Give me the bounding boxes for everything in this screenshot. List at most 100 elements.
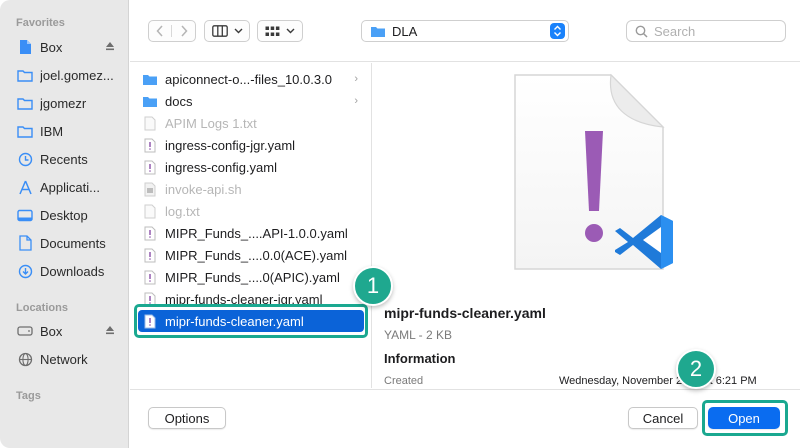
sidebar-item-label: Network — [40, 351, 88, 367]
list-item: invoke-api.sh — [142, 178, 368, 200]
yaml-file-icon — [142, 246, 158, 264]
sidebar-item-ibm[interactable]: IBM — [16, 120, 124, 142]
back-forward-group — [148, 20, 196, 42]
eject-icon[interactable] — [104, 40, 116, 55]
eject-icon[interactable] — [104, 324, 116, 339]
sidebar-item-label: Box — [40, 39, 63, 55]
sidebar-item-desktop[interactable]: Desktop — [16, 204, 124, 226]
yaml-document-icon — [513, 73, 675, 283]
sidebar-item-network[interactable]: Network — [16, 348, 124, 370]
folder-icon — [16, 95, 34, 111]
preview-pane: mipr-funds-cleaner.yaml YAML - 2 KB Info… — [373, 63, 800, 388]
location-popup[interactable]: DLA — [361, 20, 569, 42]
toolbar: DLA Search — [130, 0, 800, 62]
created-label: Created — [384, 375, 424, 387]
forward-button[interactable] — [172, 25, 195, 37]
folder-icon — [142, 70, 158, 88]
sidebar-item-box[interactable]: Box — [16, 36, 124, 58]
document-icon — [16, 39, 34, 55]
file-name: MIPR_Funds_....API-1.0.0.yaml — [165, 225, 348, 241]
list-item[interactable]: apiconnect-o...-files_10.0.3.0 › — [142, 68, 368, 90]
text-file-icon — [142, 202, 158, 220]
open-file-dialog: Favorites Box joel.gomez... jgomezr IBM … — [0, 0, 800, 448]
file-name: docs — [165, 93, 193, 109]
locations-heading: Locations — [16, 302, 68, 314]
yaml-file-icon — [142, 136, 158, 154]
list-item: log.txt — [142, 200, 368, 222]
download-icon — [16, 263, 34, 279]
sidebar: Favorites Box joel.gomez... jgomezr IBM … — [0, 0, 129, 448]
yaml-file-icon — [142, 158, 158, 176]
list-item: APIM Logs 1.txt — [142, 112, 368, 134]
drive-icon — [16, 323, 34, 339]
list-item[interactable]: ingress-config.yaml — [142, 156, 368, 178]
view-mode-button[interactable] — [204, 20, 250, 42]
file-name: ingress-config.yaml — [165, 159, 277, 175]
yaml-file-icon — [142, 268, 158, 286]
grid-icon — [265, 26, 280, 36]
options-button[interactable]: Options — [148, 407, 226, 429]
sidebar-item-downloads[interactable]: Downloads — [16, 260, 124, 282]
file-name: MIPR_Funds_....0(APIC).yaml — [165, 269, 340, 285]
sidebar-item-label: Applicati... — [40, 179, 100, 195]
favorites-heading: Favorites — [16, 17, 65, 29]
document-icon — [16, 235, 34, 251]
back-button[interactable] — [149, 25, 172, 37]
callout-badge-1: 1 — [353, 266, 393, 306]
created-value: Wednesday, November 2021 at 6:21 PM — [559, 375, 757, 387]
sidebar-item-jgomezr[interactable]: jgomezr — [16, 92, 124, 114]
tags-heading: Tags — [16, 390, 41, 402]
preview-file-name: mipr-funds-cleaner.yaml — [384, 305, 546, 321]
file-name: MIPR_Funds_....0.0(ACE).yaml — [165, 247, 348, 263]
sidebar-item-label: Downloads — [40, 263, 105, 279]
globe-icon — [16, 351, 34, 367]
search-field[interactable]: Search — [626, 20, 786, 42]
sidebar-item-box-location[interactable]: Box — [16, 320, 124, 342]
callout-badge-2: 2 — [676, 349, 716, 389]
sidebar-item-label: IBM — [40, 123, 64, 139]
folder-icon — [16, 67, 34, 83]
desktop-icon — [16, 207, 34, 223]
list-item[interactable]: MIPR_Funds_....0(APIC).yaml — [142, 266, 368, 288]
folder-icon — [142, 92, 158, 110]
file-list: apiconnect-o...-files_10.0.3.0 › docs › … — [130, 63, 372, 388]
file-name: APIM Logs 1.txt — [165, 115, 257, 131]
chevron-right-icon: › — [354, 73, 358, 85]
selection-highlight-outline — [134, 304, 368, 338]
file-name: log.txt — [165, 203, 200, 219]
yaml-file-icon — [142, 224, 158, 242]
file-name: apiconnect-o...-files_10.0.3.0 — [165, 71, 332, 87]
information-heading: Information — [384, 351, 456, 366]
dialog-footer: Options Cancel Open — [130, 389, 800, 448]
location-label: DLA — [392, 23, 418, 39]
text-file-icon — [142, 114, 158, 132]
file-name: ingress-config-jgr.yaml — [165, 137, 296, 153]
sidebar-item-joel-gomez[interactable]: joel.gomez... — [16, 64, 124, 86]
chevron-right-icon — [180, 25, 188, 37]
group-button[interactable] — [257, 20, 303, 42]
list-item[interactable]: docs › — [142, 90, 368, 112]
sidebar-item-label: Desktop — [40, 207, 88, 223]
sidebar-item-label: Documents — [40, 235, 106, 251]
list-item[interactable]: MIPR_Funds_....0.0(ACE).yaml — [142, 244, 368, 266]
file-name: invoke-api.sh — [165, 181, 242, 197]
sidebar-item-label: joel.gomez... — [40, 67, 114, 83]
sidebar-item-label: jgomezr — [40, 95, 87, 111]
list-item[interactable]: MIPR_Funds_....API-1.0.0.yaml — [142, 222, 368, 244]
list-item[interactable]: ingress-config-jgr.yaml — [142, 134, 368, 156]
chevron-right-icon: › — [354, 95, 358, 107]
preview-file-kind: YAML - 2 KB — [384, 328, 453, 342]
sidebar-item-recents[interactable]: Recents — [16, 148, 124, 170]
applications-icon — [16, 179, 34, 195]
sidebar-item-documents[interactable]: Documents — [16, 232, 124, 254]
stepper-icon — [550, 23, 565, 39]
cancel-button[interactable]: Cancel — [628, 407, 698, 429]
chevron-down-icon — [286, 28, 295, 34]
search-placeholder: Search — [654, 23, 696, 39]
folder-icon — [16, 123, 34, 139]
sidebar-item-applications[interactable]: Applicati... — [16, 176, 124, 198]
chevron-down-icon — [234, 28, 242, 34]
columns-view-icon — [211, 25, 228, 37]
sidebar-item-label: Recents — [40, 151, 88, 167]
open-highlight-outline — [702, 400, 788, 436]
